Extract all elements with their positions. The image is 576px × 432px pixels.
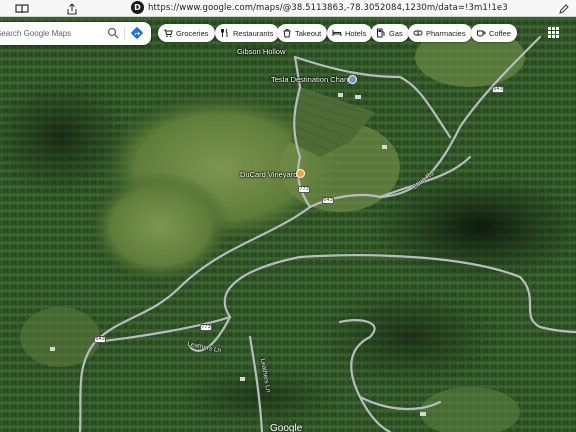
gas-pump-icon [377, 28, 385, 38]
route-shield: 773 [298, 186, 310, 193]
chip-label: Coffee [489, 28, 511, 38]
ev-charger-icon[interactable] [348, 75, 357, 84]
pill-icon [413, 30, 423, 36]
satellite-map[interactable]: Gibson Hollow Tesla Destination Charger … [0, 17, 576, 432]
search-input[interactable] [0, 22, 104, 45]
takeout-icon [283, 29, 291, 38]
route-shield: 643 [94, 336, 106, 343]
search-box[interactable] [0, 22, 151, 45]
browser-toolbar: D https://www.google.com/maps/@38.511386… [0, 0, 576, 17]
winery-icon[interactable] [296, 169, 305, 178]
place-label-ducard-vineyards[interactable]: DuCard Vineyards [240, 170, 301, 179]
chip-label: Groceries [176, 28, 209, 38]
route-shield: 773 [200, 324, 212, 331]
search-icon[interactable] [107, 27, 119, 39]
route-shield: 643 [322, 197, 334, 204]
chip-groceries[interactable]: Groceries [158, 24, 215, 42]
search-divider [124, 27, 125, 40]
share-icon[interactable] [64, 0, 80, 17]
site-favicon: D [131, 1, 144, 14]
book-icon[interactable] [12, 0, 32, 17]
place-label-gibson-hollow[interactable]: Gibson Hollow [237, 47, 285, 56]
chip-restaurants[interactable]: Restaurants [215, 24, 280, 42]
chip-label: Gas [389, 28, 403, 38]
edit-icon[interactable] [556, 0, 572, 17]
chip-label: Hotels [345, 28, 367, 38]
coffee-cup-icon [477, 30, 486, 37]
apps-grid-icon[interactable] [548, 27, 559, 38]
chip-label: Takeout [295, 28, 322, 38]
route-shield: 643 [492, 86, 504, 93]
chip-label: Pharmacies [426, 28, 466, 38]
chip-label: Restaurants [233, 28, 274, 38]
address-bar-url[interactable]: https://www.google.com/maps/@38.5113863,… [148, 1, 508, 15]
google-attribution: Google [270, 423, 303, 432]
chip-coffee[interactable]: Coffee [471, 24, 517, 42]
chip-takeout[interactable]: Takeout [277, 24, 328, 42]
fork-knife-icon [221, 28, 228, 37]
directions-icon[interactable] [130, 26, 144, 40]
bed-icon [332, 30, 342, 36]
chip-gas[interactable]: Gas [371, 24, 409, 42]
place-label-tesla-charger[interactable]: Tesla Destination Charger [271, 75, 357, 84]
cart-icon [164, 29, 173, 38]
chip-hotels[interactable]: Hotels [327, 24, 373, 42]
chip-pharmacies[interactable]: Pharmacies [408, 24, 472, 42]
